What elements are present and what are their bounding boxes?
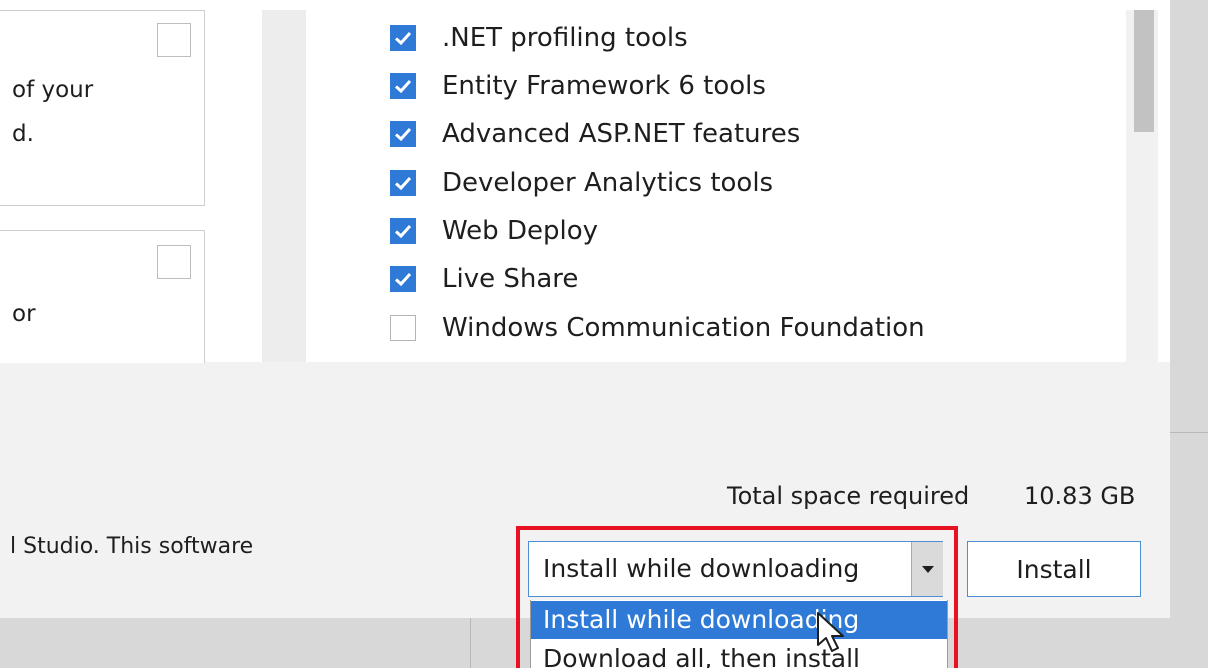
component-label: Windows Communication Foundation <box>442 313 925 343</box>
chevron-down-icon <box>921 565 934 573</box>
component-item[interactable]: Developer Analytics tools <box>390 163 773 203</box>
workload-checkbox[interactable] <box>157 245 191 279</box>
checkmark-icon <box>394 272 412 287</box>
scrollbar-thumb[interactable] <box>1134 10 1154 132</box>
component-item[interactable]: .NET profiling tools <box>390 18 688 58</box>
checkmark-icon <box>394 176 412 191</box>
component-checkbox[interactable] <box>390 266 416 292</box>
component-item[interactable]: Live Share <box>390 259 578 299</box>
workload-list-scroll-area <box>262 10 306 362</box>
component-checkbox[interactable] <box>390 315 416 341</box>
license-text: l Studio. This software <box>10 534 254 559</box>
component-label: Web Deploy <box>442 216 598 246</box>
component-item[interactable]: Windows Communication Foundation <box>390 308 925 348</box>
mouse-pointer-icon <box>817 612 844 652</box>
component-item[interactable]: Web Deploy <box>390 211 598 251</box>
component-item[interactable]: Advanced ASP.NET features <box>390 114 800 154</box>
total-space-value: 10.83 GB <box>1024 482 1136 510</box>
component-checkbox[interactable] <box>390 218 416 244</box>
install-button[interactable]: Install <box>967 541 1141 597</box>
install-mode-dropdown[interactable]: Install while downloading <box>528 541 943 597</box>
component-checkbox[interactable] <box>390 73 416 99</box>
checkmark-icon <box>394 31 412 46</box>
workload-card[interactable]: or <box>0 230 205 363</box>
workload-card[interactable]: of your d. <box>0 10 205 206</box>
component-checkbox[interactable] <box>390 170 416 196</box>
install-mode-selected-value: Install while downloading <box>543 554 860 583</box>
install-mode-option[interactable]: Download all, then install <box>531 640 947 668</box>
background-window-right <box>1170 0 1208 668</box>
workload-description-line: of your <box>12 77 94 103</box>
component-label: Advanced ASP.NET features <box>442 119 801 149</box>
background-divider <box>470 618 471 668</box>
component-checkbox[interactable] <box>390 121 416 147</box>
component-checkbox[interactable] <box>390 25 416 51</box>
component-label: .NET profiling tools <box>442 23 688 53</box>
checkmark-icon <box>394 127 412 142</box>
dropdown-toggle-button[interactable] <box>911 542 943 596</box>
install-mode-options-list: Install while downloading Download all, … <box>530 600 948 668</box>
workload-description-line: or <box>12 301 36 327</box>
checkmark-icon <box>394 79 412 94</box>
background-divider <box>1170 432 1208 433</box>
install-mode-option[interactable]: Install while downloading <box>531 601 947 639</box>
component-item[interactable]: Entity Framework 6 tools <box>390 66 766 106</box>
workload-checkbox[interactable] <box>157 23 191 57</box>
total-space-label: Total space required <box>727 482 970 510</box>
workload-description-line: d. <box>12 121 34 147</box>
component-label: Live Share <box>442 264 579 294</box>
component-label: Entity Framework 6 tools <box>442 71 766 101</box>
component-label: Developer Analytics tools <box>442 168 774 198</box>
checkmark-icon <box>394 224 412 239</box>
